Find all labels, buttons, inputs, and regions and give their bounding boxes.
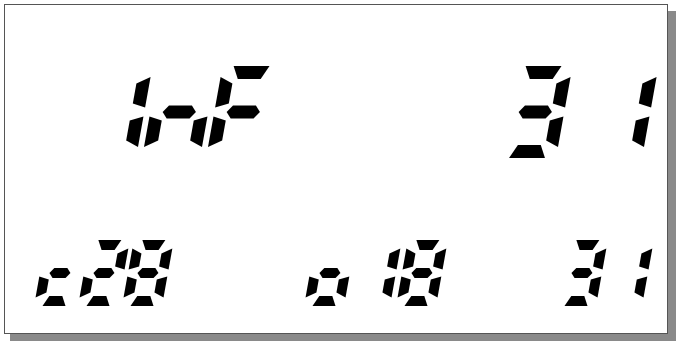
segment-d	[404, 296, 428, 306]
lcd-digit-8	[123, 240, 173, 306]
segment-b	[638, 77, 657, 108]
segment-a	[525, 66, 562, 79]
segment-e	[123, 276, 137, 298]
segment-f	[215, 77, 233, 108]
lcd-digit-1	[382, 248, 401, 298]
segment-b	[593, 248, 607, 270]
segment-b	[159, 248, 173, 270]
segment-e	[305, 276, 319, 298]
segment-e	[397, 276, 411, 298]
lcd-digit-1	[632, 77, 657, 147]
lcd-digit-c	[35, 268, 71, 306]
lcd-digit-2	[79, 240, 129, 306]
segment-f	[402, 248, 416, 270]
lcd-digit-1	[634, 248, 653, 298]
segment-a	[233, 66, 270, 79]
lcd-digit-3	[564, 240, 607, 306]
segment-g	[571, 268, 593, 278]
segment-b	[132, 77, 151, 108]
segment-g	[226, 105, 260, 119]
segment-c	[428, 276, 442, 298]
segment-g	[411, 268, 433, 278]
segment-c	[336, 276, 350, 298]
segment-d	[312, 296, 336, 306]
segment-g	[93, 268, 115, 278]
segment-a	[416, 240, 440, 250]
segment-g	[518, 105, 552, 119]
segment-d	[130, 296, 154, 306]
bottom-row-readout-3	[564, 240, 653, 306]
segment-b	[639, 248, 653, 270]
segment-g	[162, 105, 196, 119]
segment-a	[576, 240, 600, 250]
segment-c	[588, 276, 602, 298]
lcd-digit-3	[509, 66, 571, 158]
bottom-row-readout-1	[35, 240, 173, 306]
segment-e	[143, 116, 162, 147]
lcd-digit-8	[397, 240, 447, 306]
segment-e	[207, 116, 226, 147]
lcd-digit-n	[143, 105, 208, 147]
main-row-right-readout	[509, 66, 657, 158]
segment-c	[634, 276, 648, 298]
segment-c	[154, 276, 168, 298]
segment-a	[142, 240, 166, 250]
segment-a	[98, 240, 122, 250]
segment-e	[35, 276, 49, 298]
segment-c	[190, 116, 208, 147]
bottom-row-readout-2	[305, 240, 447, 306]
segment-b	[552, 77, 571, 108]
main-row-left-readout	[126, 66, 270, 147]
lcd-digit-o	[305, 268, 350, 306]
segment-c	[126, 116, 144, 147]
segment-g	[137, 268, 159, 278]
segment-c	[632, 116, 650, 147]
lcd-digit-F	[207, 66, 270, 147]
segment-g	[49, 268, 71, 278]
segment-d	[42, 296, 66, 306]
segment-g	[319, 268, 341, 278]
segment-e	[79, 276, 93, 298]
segment-b	[115, 248, 129, 270]
segment-f	[128, 248, 142, 270]
segment-c	[382, 276, 396, 298]
segment-b	[433, 248, 447, 270]
segment-b	[387, 248, 401, 270]
segment-d	[509, 145, 545, 158]
segment-c	[546, 116, 564, 147]
lcd-display	[35, 66, 657, 306]
segment-d	[564, 296, 588, 306]
segment-d	[86, 296, 110, 306]
